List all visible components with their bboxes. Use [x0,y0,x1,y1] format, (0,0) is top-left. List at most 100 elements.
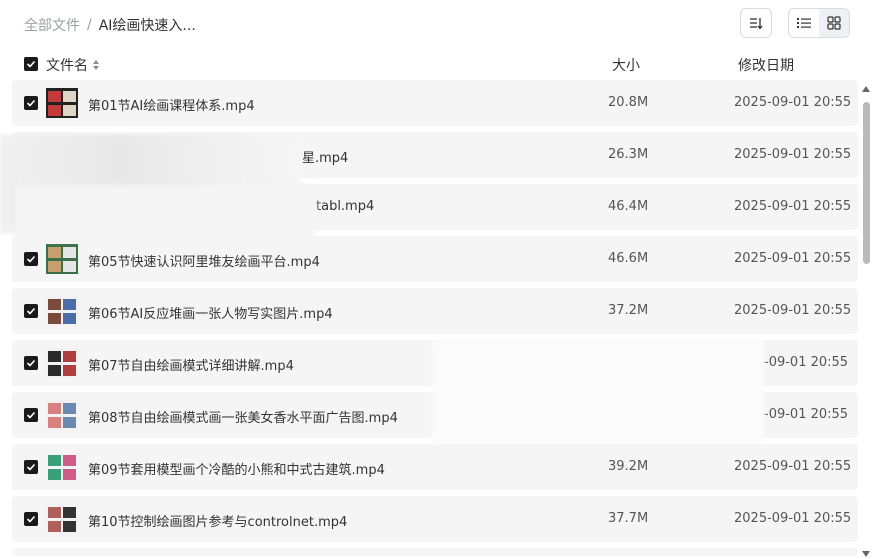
file-name[interactable]: tabl.mp4 [316,199,374,214]
name-column-header[interactable]: 文件名 [46,55,100,75]
file-name[interactable]: 第06节AI反应堆画一张人物写实图片.mp4 [88,303,333,322]
thumbnail-strip [48,455,61,466]
thumbnail-strip [63,521,76,532]
thumbnail-strip [48,91,61,102]
scroll-up-arrow-icon[interactable] [862,86,870,92]
file-size: 26.3M [608,147,649,162]
file-date: -09-01 20:55 [764,407,849,422]
scroll-thumb[interactable] [863,102,870,264]
name-header-label: 文件名 [46,58,88,74]
date-column-header[interactable]: 修改日期 [738,55,794,75]
thumbnail-strip [63,261,76,272]
list-view-button[interactable] [789,9,819,37]
check-icon [26,255,36,263]
video-thumbnail [46,452,78,482]
breadcrumb-root[interactable]: 全部文件 [24,15,80,35]
file-row[interactable]: 第09节套用模型画个冷酷的小熊和中式古建筑.mp4 39.2M 2025-09-… [12,444,858,490]
thumbnail-strip [48,313,61,324]
view-toggle [788,8,850,38]
vertical-scrollbar[interactable] [860,84,872,559]
breadcrumb-current: AI绘画快速入... [98,18,196,34]
check-icon [26,463,36,471]
check-icon [26,307,36,315]
check-icon [26,60,36,68]
redaction-blur [16,185,316,240]
grid-view-button[interactable] [819,9,849,37]
thumbnail-strip [63,91,76,102]
file-size: 37.2M [608,303,649,318]
file-size: 46.6M [608,251,649,266]
scroll-down-arrow-icon[interactable] [862,551,870,557]
row-checkbox[interactable] [24,512,38,526]
thumbnail-strip [48,365,61,376]
size-column-header[interactable]: 大小 [612,55,640,75]
thumbnail-strip [63,351,76,362]
thumbnail-strip [63,417,76,428]
select-all-checkbox[interactable] [24,57,38,71]
thumbnail-strip [48,351,61,362]
breadcrumb-separator: / [87,17,92,33]
row-checkbox[interactable] [24,408,38,422]
list-view-icon [797,18,811,28]
thumbnail-strip [63,469,76,480]
file-row[interactable]: 第06节AI反应堆画一张人物写实图片.mp4 37.2M 2025-09-01 … [12,288,858,334]
video-thumbnail [46,504,78,534]
file-row-partial[interactable] [12,548,858,556]
thumbnail-strip [63,313,76,324]
check-icon [26,99,36,107]
video-thumbnail [46,348,78,378]
thumbnail-strip [63,365,76,376]
file-size: 46.4M [608,199,649,214]
file-date: 2025-09-01 20:55 [734,251,852,266]
file-date: 2025-09-01 20:55 [734,303,852,318]
thumbnail-strip [63,403,76,414]
thumbnail-strip [63,105,76,116]
video-thumbnail [46,296,78,326]
check-icon [26,411,36,419]
redaction-blur [432,340,764,444]
thumbnail-strip [63,455,76,466]
file-row[interactable]: 第05节快速认识阿里堆友绘画平台.mp4 46.6M 2025-09-01 20… [12,236,858,282]
file-name[interactable]: 第07节自由绘画模式详细讲解.mp4 [88,355,294,374]
thumbnail-strip [48,105,61,116]
sort-arrows-icon [93,60,99,70]
thumbnail-strip [48,507,61,518]
row-checkbox[interactable] [24,460,38,474]
sort-button[interactable] [740,8,772,38]
row-checkbox[interactable] [24,252,38,266]
thumbnail-strip [48,417,61,428]
file-size: 20.8M [608,95,649,110]
thumbnail-strip [63,247,76,258]
row-checkbox[interactable] [24,304,38,318]
thumbnail-strip [48,403,61,414]
file-row[interactable]: 第01节AI绘画课程体系.mp4 20.8M 2025-09-01 20:55 [12,80,858,126]
video-thumbnail [46,400,78,430]
file-date: 2025-09-01 20:55 [734,459,852,474]
row-checkbox[interactable] [24,96,38,110]
file-list-header: 文件名 大小 修改日期 [0,48,874,80]
file-date: 2025-09-01 20:55 [734,147,852,162]
check-icon [26,359,36,367]
file-name[interactable]: 第09节套用模型画个冷酷的小熊和中式古建筑.mp4 [88,459,385,478]
file-name[interactable]: 第08节自由绘画模式画一张美女香水平面广告图.mp4 [88,407,398,426]
thumbnail-strip [63,299,76,310]
file-name[interactable]: 第10节控制绘画图片参考与controlnet.mp4 [88,511,347,530]
row-checkbox[interactable] [24,356,38,370]
file-name[interactable]: 第05节快速认识阿里堆友绘画平台.mp4 [88,251,320,270]
thumbnail-strip [48,299,61,310]
thumbnail-strip [48,521,61,532]
file-date: 2025-09-01 20:55 [734,95,852,110]
file-size: 37.7M [608,511,649,526]
thumbnail-strip [48,469,61,480]
file-date: 2025-09-01 20:55 [734,199,852,214]
top-bar: 全部文件 / AI绘画快速入... [0,0,874,48]
file-name[interactable]: 星.mp4 [302,147,348,166]
file-date: -09-01 20:55 [764,355,849,370]
check-icon [26,515,36,523]
thumbnail-strip [63,507,76,518]
file-name[interactable]: 第01节AI绘画课程体系.mp4 [88,95,255,114]
sort-icon [750,18,763,30]
file-row[interactable]: 第10节控制绘画图片参考与controlnet.mp4 37.7M 2025-0… [12,496,858,542]
file-size: 39.2M [608,459,649,474]
video-thumbnail [46,244,78,274]
